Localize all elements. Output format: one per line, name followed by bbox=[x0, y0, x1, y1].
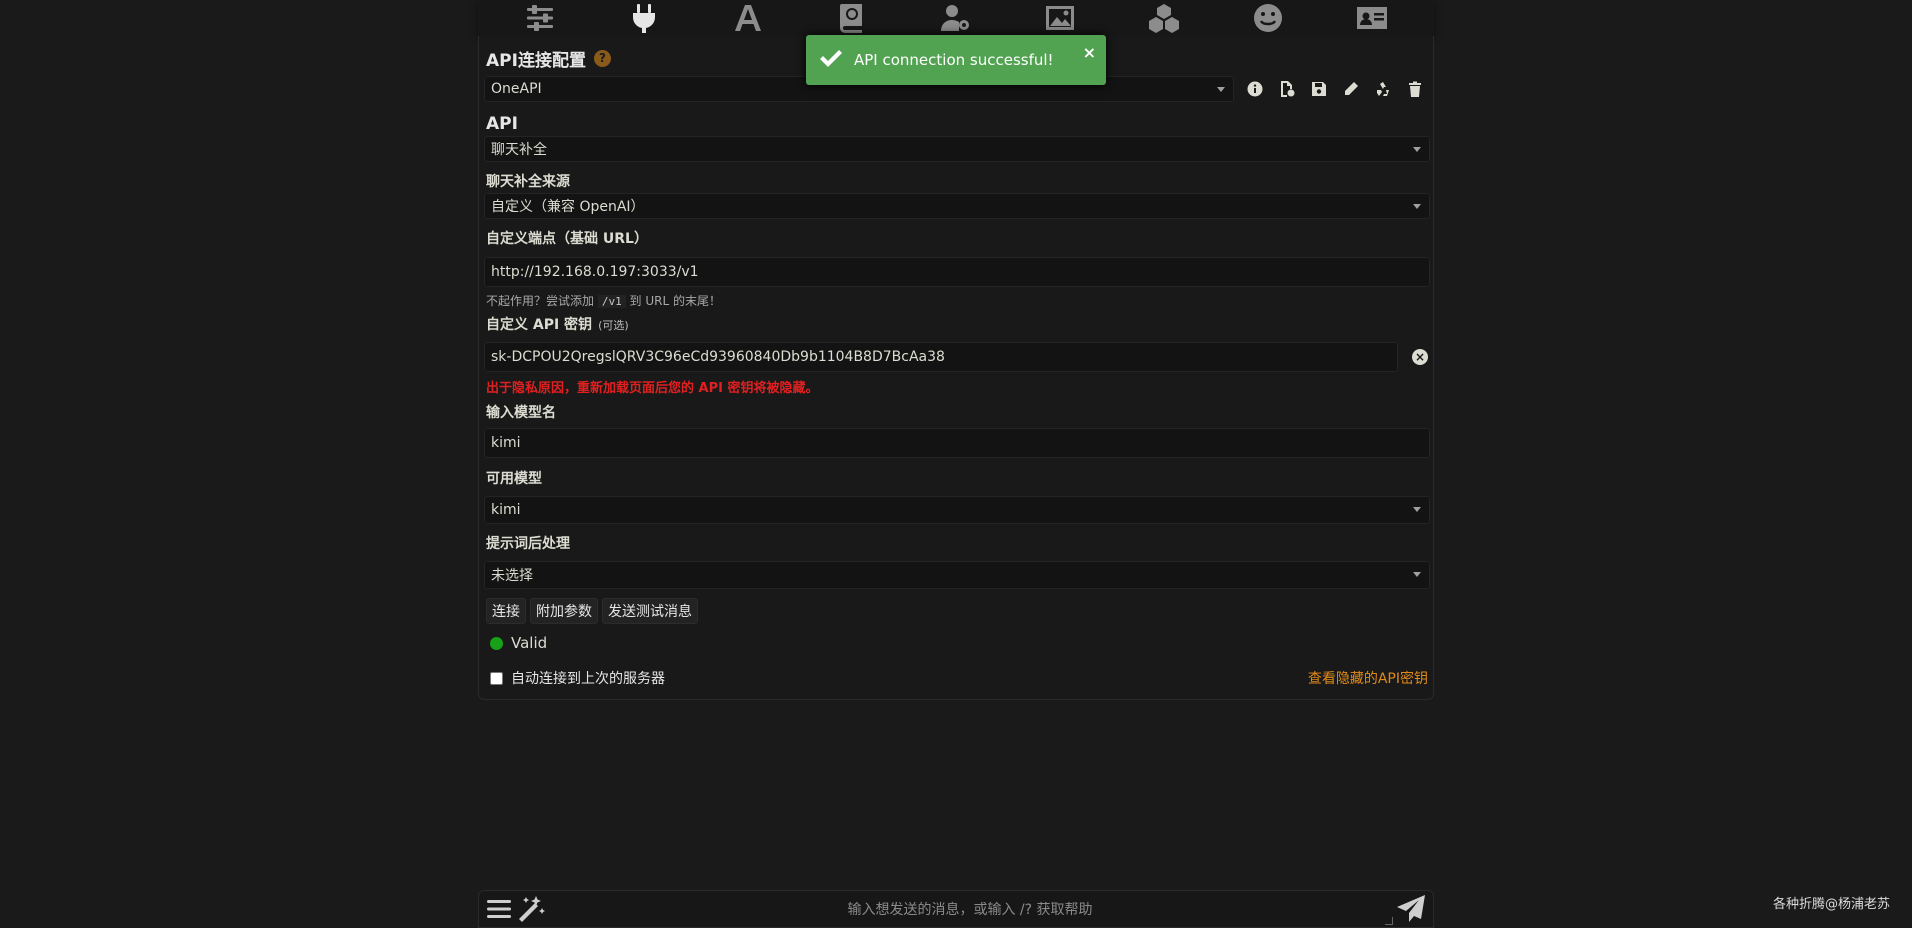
postprocess-value: 未选择 bbox=[491, 568, 533, 584]
checkmark-icon bbox=[818, 45, 844, 75]
status-row: Valid bbox=[484, 632, 1428, 654]
available-models-value: kimi bbox=[491, 502, 521, 518]
endpoint-label: 自定义端点（基础 URL） bbox=[486, 231, 648, 247]
preset-select-value: OneAPI bbox=[491, 81, 542, 97]
trash-icon[interactable] bbox=[1402, 76, 1428, 102]
plug-icon[interactable] bbox=[626, 0, 662, 36]
page-title: API连接配置 bbox=[486, 50, 586, 71]
chevron-down-icon bbox=[1217, 87, 1225, 92]
view-hidden-keys-link[interactable]: 查看隐藏的API密钥 bbox=[1308, 668, 1428, 688]
api-key-optional: (可选) bbox=[598, 319, 629, 332]
success-toast: API connection successful! × bbox=[806, 35, 1106, 85]
help-icon[interactable]: ? bbox=[593, 49, 611, 67]
endpoint-value: http://192.168.0.197:3033/v1 bbox=[491, 264, 699, 280]
smile-icon[interactable] bbox=[1250, 0, 1286, 36]
source-label: 聊天补全来源 bbox=[486, 174, 570, 190]
available-models-label: 可用模型 bbox=[486, 471, 542, 487]
auto-connect-row: 自动连接到上次的服务器 查看隐藏的API密钥 bbox=[484, 667, 1428, 689]
send-form: 输入想发送的消息，或输入 /? 获取帮助 bbox=[478, 890, 1434, 928]
cubes-icon[interactable] bbox=[1146, 0, 1182, 36]
hint-post: 到 URL 的末尾！ bbox=[629, 294, 721, 308]
hint-pre: 不起作用？尝试添加 bbox=[486, 294, 595, 308]
api-heading: API bbox=[486, 114, 518, 134]
api-type-select[interactable]: 聊天补全 bbox=[484, 136, 1430, 162]
api-key-row: sk-DCPOU2QregslQRV3C96eCd93960840Db9b110… bbox=[484, 342, 1428, 372]
auto-connect-label: 自动连接到上次的服务器 bbox=[511, 671, 665, 687]
model-name-input[interactable]: kimi bbox=[484, 428, 1430, 458]
available-models-select[interactable]: kimi bbox=[484, 496, 1430, 524]
source-select[interactable]: 自定义（兼容 OpenAI） bbox=[484, 193, 1430, 219]
recycle-icon[interactable] bbox=[1370, 76, 1396, 102]
magic-wand-icon[interactable] bbox=[515, 893, 547, 925]
menu-icon[interactable] bbox=[483, 893, 515, 925]
image-icon[interactable] bbox=[1042, 0, 1078, 36]
pencil-icon[interactable] bbox=[1338, 76, 1364, 102]
book-atlas-icon[interactable] bbox=[834, 0, 870, 36]
watermark: 各种折腾@杨浦老苏 bbox=[1772, 897, 1890, 912]
chevron-down-icon bbox=[1413, 572, 1421, 577]
info-icon[interactable] bbox=[1242, 76, 1268, 102]
clear-key-icon[interactable]: × bbox=[1412, 349, 1428, 365]
endpoint-input[interactable]: http://192.168.0.197:3033/v1 bbox=[484, 257, 1430, 287]
auto-connect-checkbox[interactable] bbox=[490, 671, 503, 685]
toast-close-button[interactable]: × bbox=[1083, 43, 1096, 62]
postprocess-select[interactable]: 未选择 bbox=[484, 561, 1430, 589]
endpoint-hint: 不起作用？尝试添加 /v1 到 URL 的末尾！ bbox=[486, 292, 1428, 309]
connect-button[interactable]: 连接 bbox=[486, 598, 526, 624]
chevron-down-icon bbox=[1413, 147, 1421, 152]
resize-handle[interactable] bbox=[1385, 917, 1393, 925]
save-icon[interactable] bbox=[1306, 76, 1332, 102]
font-icon[interactable] bbox=[730, 0, 766, 36]
status-text: Valid bbox=[511, 634, 548, 652]
api-key-input[interactable]: sk-DCPOU2QregslQRV3C96eCd93960840Db9b110… bbox=[484, 342, 1398, 372]
api-key-label-text: 自定义 API 密钥 bbox=[486, 317, 593, 333]
top-nav-bar bbox=[478, 0, 1434, 36]
toast-message: API connection successful! bbox=[854, 51, 1054, 69]
user-gear-icon[interactable] bbox=[938, 0, 974, 36]
api-key-warning: 出于隐私原因，重新加载页面后您的 API 密钥将被隐藏。 bbox=[486, 381, 819, 396]
sliders-icon[interactable] bbox=[522, 0, 558, 36]
send-icon[interactable] bbox=[1393, 891, 1429, 927]
id-card-icon[interactable] bbox=[1354, 0, 1390, 36]
send-test-button[interactable]: 发送测试消息 bbox=[602, 598, 698, 624]
chevron-down-icon bbox=[1413, 507, 1421, 512]
preset-toolbar bbox=[1242, 76, 1428, 102]
extra-params-button[interactable]: 附加参数 bbox=[530, 598, 598, 624]
chevron-down-icon bbox=[1413, 204, 1421, 209]
api-key-label: 自定义 API 密钥 (可选) bbox=[486, 314, 1428, 334]
model-name-value: kimi bbox=[491, 435, 521, 451]
message-input[interactable]: 输入想发送的消息，或输入 /? 获取帮助 bbox=[547, 899, 1393, 919]
action-buttons: 连接 附加参数 发送测试消息 bbox=[486, 598, 1428, 624]
api-type-value: 聊天补全 bbox=[491, 142, 547, 158]
api-key-value: sk-DCPOU2QregslQRV3C96eCd93960840Db9b110… bbox=[491, 349, 945, 365]
model-input-label: 输入模型名 bbox=[486, 405, 556, 421]
source-value: 自定义（兼容 OpenAI） bbox=[491, 199, 645, 215]
api-connection-panel: API连接配置 ? OneAPI API 聊天补全 聊天补全来源 自定义（兼容 … bbox=[478, 36, 1434, 700]
hint-code: /v1 bbox=[597, 295, 626, 308]
postprocess-label: 提示词后处理 bbox=[486, 536, 570, 552]
status-dot bbox=[490, 636, 503, 650]
file-import-icon[interactable] bbox=[1274, 76, 1300, 102]
